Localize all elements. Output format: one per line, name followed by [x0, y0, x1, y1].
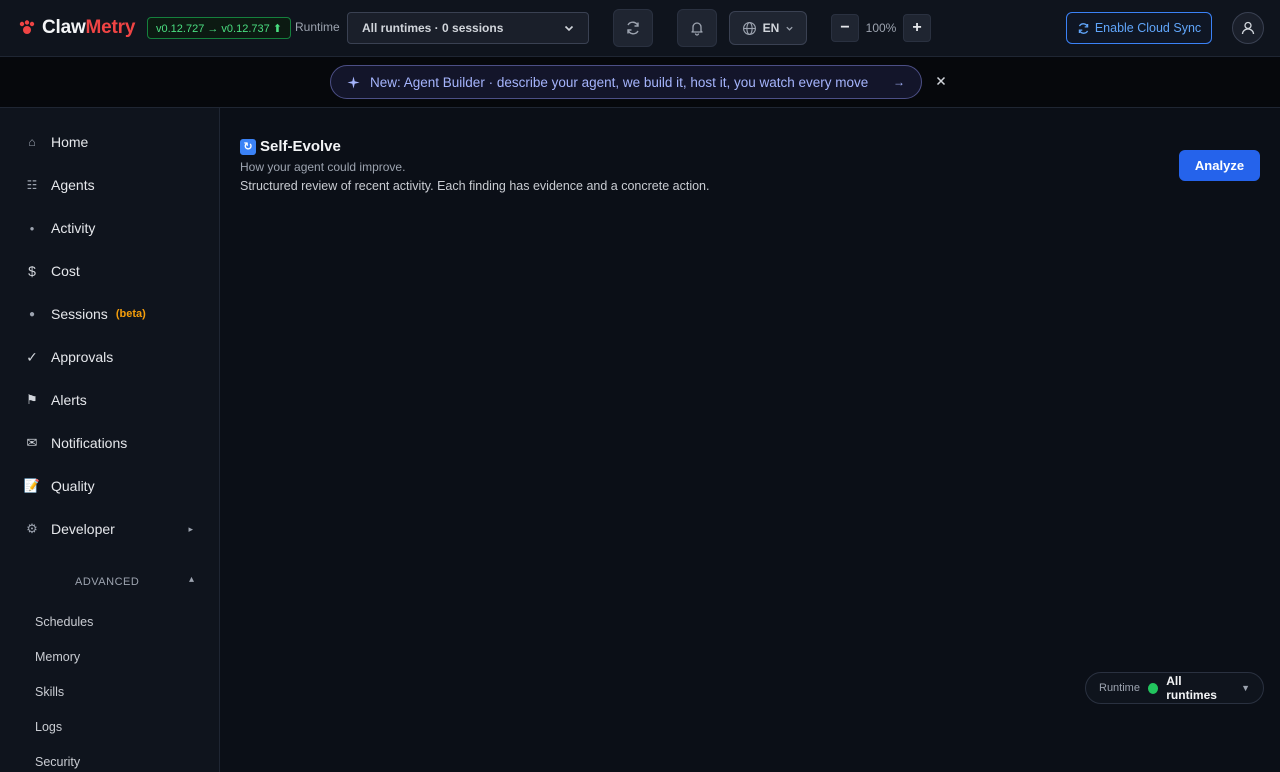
- analyze-button[interactable]: Analyze: [1179, 150, 1260, 181]
- agents-icon: ☷: [26, 178, 38, 192]
- chevron-down-icon: [786, 26, 793, 31]
- claw-logo-icon: [19, 20, 35, 34]
- sidebar-item-label: Agents: [51, 177, 95, 193]
- sidebar-item-skills[interactable]: Skills: [35, 685, 64, 699]
- sidebar: ⌂ Home ☷ Agents ● Activity $ Cost ● Sess…: [0, 108, 220, 772]
- sidebar-item-cost[interactable]: $ Cost: [0, 251, 219, 291]
- sidebar-item-label: Sessions: [51, 306, 108, 322]
- sidebar-item-developer[interactable]: ⚙ Developer ▸: [0, 509, 219, 549]
- gear-icon: ⚙: [26, 521, 38, 536]
- arrow-right-icon: →: [893, 75, 905, 89]
- self-evolve-icon: ↻: [240, 138, 256, 155]
- zoom-in-button[interactable]: +: [903, 14, 931, 42]
- sidebar-item-label: Activity: [51, 220, 96, 236]
- sidebar-item-approvals[interactable]: ✓ Approvals: [0, 337, 219, 377]
- sidebar-item-label: Cost: [51, 263, 80, 279]
- sidebar-item-activity[interactable]: ● Activity: [0, 208, 219, 248]
- sidebar-item-home[interactable]: ⌂ Home: [0, 122, 219, 162]
- runtime-select[interactable]: All runtimes · 0 sessions: [347, 12, 589, 44]
- sidebar-item-sessions[interactable]: ● Sessions (beta): [0, 294, 219, 334]
- page-subtitle: How your agent could improve.: [240, 160, 406, 174]
- language-selector[interactable]: EN: [729, 11, 807, 45]
- page-title: ↻ Self-Evolve: [240, 138, 341, 155]
- sidebar-item-quality[interactable]: 📝 Quality: [0, 466, 219, 506]
- home-icon: ⌂: [28, 135, 36, 149]
- chevron-up-icon: ▴: [189, 574, 195, 585]
- sync-icon: [1078, 22, 1089, 34]
- flag-icon: ⚑: [26, 392, 38, 407]
- bell-icon: [691, 22, 703, 36]
- sparkle-icon: [347, 75, 360, 89]
- runtime-filter-chip[interactable]: Runtime All runtimes ▼: [1085, 672, 1264, 704]
- page-description: Structured review of recent activity. Ea…: [240, 179, 710, 193]
- globe-icon: [742, 21, 756, 35]
- announcement-bar: New: Agent Builder · describe your agent…: [0, 57, 1280, 108]
- zoom-level: 100%: [865, 21, 897, 35]
- sidebar-item-schedules[interactable]: Schedules: [35, 615, 93, 629]
- refresh-icon: [627, 21, 639, 35]
- envelope-icon: ✉: [26, 435, 38, 450]
- sidebar-item-notifications[interactable]: ✉ Notifications: [0, 423, 219, 463]
- top-bar: ClawMetry v0.12.727 → v0.12.737 ⬆ Runtim…: [0, 0, 1280, 57]
- sessions-icon: ●: [28, 308, 36, 320]
- sidebar-item-agents[interactable]: ☷ Agents: [0, 165, 219, 205]
- runtime-select-value: All runtimes · 0 sessions: [362, 21, 504, 35]
- beta-badge: (beta): [115, 308, 146, 320]
- advanced-label: ADVANCED: [75, 576, 140, 588]
- page-title-text: Self-Evolve: [260, 138, 341, 155]
- close-icon: [936, 76, 946, 86]
- dollar-icon: $: [28, 263, 36, 279]
- refresh-button[interactable]: [613, 9, 653, 47]
- runtime-label: Runtime: [295, 20, 340, 34]
- version-badge[interactable]: v0.12.727 → v0.12.737 ⬆: [147, 17, 292, 39]
- notifications-button[interactable]: [677, 9, 717, 47]
- app-logo[interactable]: ClawMetry: [18, 16, 135, 40]
- sidebar-item-security[interactable]: Security: [35, 755, 80, 769]
- chevron-down-icon: ▼: [1241, 683, 1250, 693]
- user-menu-button[interactable]: [1232, 12, 1264, 44]
- cloud-sync-label: Enable Cloud Sync: [1094, 21, 1202, 35]
- runtime-chip-label: Runtime: [1099, 682, 1140, 694]
- chevron-right-icon: ▸: [188, 523, 193, 534]
- sidebar-item-memory[interactable]: Memory: [35, 650, 80, 664]
- banner-text: New: Agent Builder · describe your agent…: [370, 74, 869, 90]
- sidebar-item-label: Developer: [51, 521, 115, 537]
- check-icon: ✓: [26, 348, 38, 365]
- user-icon: [1241, 21, 1255, 35]
- status-green-dot-icon: [1147, 682, 1159, 694]
- sidebar-item-label: Notifications: [51, 435, 128, 451]
- app-name: ClawMetry: [42, 17, 136, 38]
- agent-builder-banner[interactable]: New: Agent Builder · describe your agent…: [330, 65, 922, 99]
- sidebar-item-label: Alerts: [51, 392, 87, 408]
- banner-close-button[interactable]: [933, 73, 949, 89]
- language-code: EN: [762, 21, 780, 35]
- sidebar-item-logs[interactable]: Logs: [35, 720, 62, 734]
- advanced-section-toggle[interactable]: ADVANCED ▴: [0, 572, 219, 592]
- activity-dot-icon: ●: [29, 223, 35, 233]
- zoom-out-button[interactable]: −: [831, 14, 859, 42]
- memo-icon: 📝: [23, 478, 41, 493]
- enable-cloud-sync-button[interactable]: Enable Cloud Sync: [1066, 12, 1212, 44]
- runtime-chip-value: All runtimes: [1166, 674, 1217, 702]
- sidebar-item-label: Approvals: [51, 349, 114, 365]
- sidebar-item-label: Quality: [51, 478, 95, 494]
- chevron-down-icon: [564, 25, 574, 32]
- sidebar-item-label: Home: [51, 134, 89, 150]
- sidebar-item-alerts[interactable]: ⚑ Alerts: [0, 380, 219, 420]
